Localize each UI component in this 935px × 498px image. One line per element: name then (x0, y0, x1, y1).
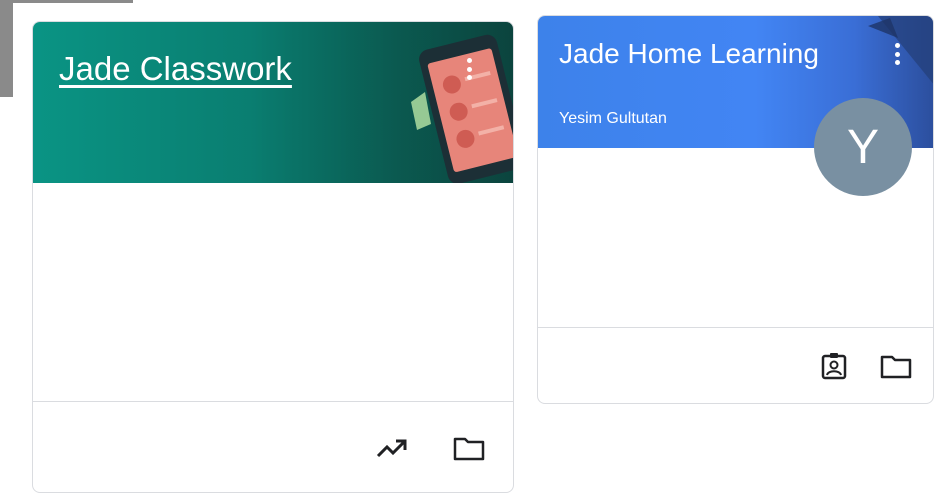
teacher-avatar: Y (814, 98, 912, 196)
class-banner: Jade Classwork (33, 22, 513, 183)
folder-icon[interactable] (880, 350, 912, 382)
more-vert-icon[interactable] (885, 41, 909, 67)
card-footer (33, 401, 513, 492)
trending-up-icon[interactable] (376, 432, 408, 464)
class-card-jade-classwork[interactable]: Jade Classwork (32, 21, 514, 493)
more-vert-icon[interactable] (457, 56, 481, 82)
teacher-name: Yesim Gultutan (559, 110, 667, 127)
class-card-jade-home-learning[interactable]: Jade Home Learning Yesim Gultutan Y (537, 15, 934, 404)
folder-icon[interactable] (453, 432, 485, 464)
class-title-link[interactable]: Jade Classwork (59, 50, 292, 88)
class-title-link[interactable]: Jade Home Learning (559, 38, 819, 70)
card-footer (538, 327, 933, 403)
assignment-ind-icon[interactable] (818, 350, 850, 382)
banner-illustration (33, 22, 513, 183)
